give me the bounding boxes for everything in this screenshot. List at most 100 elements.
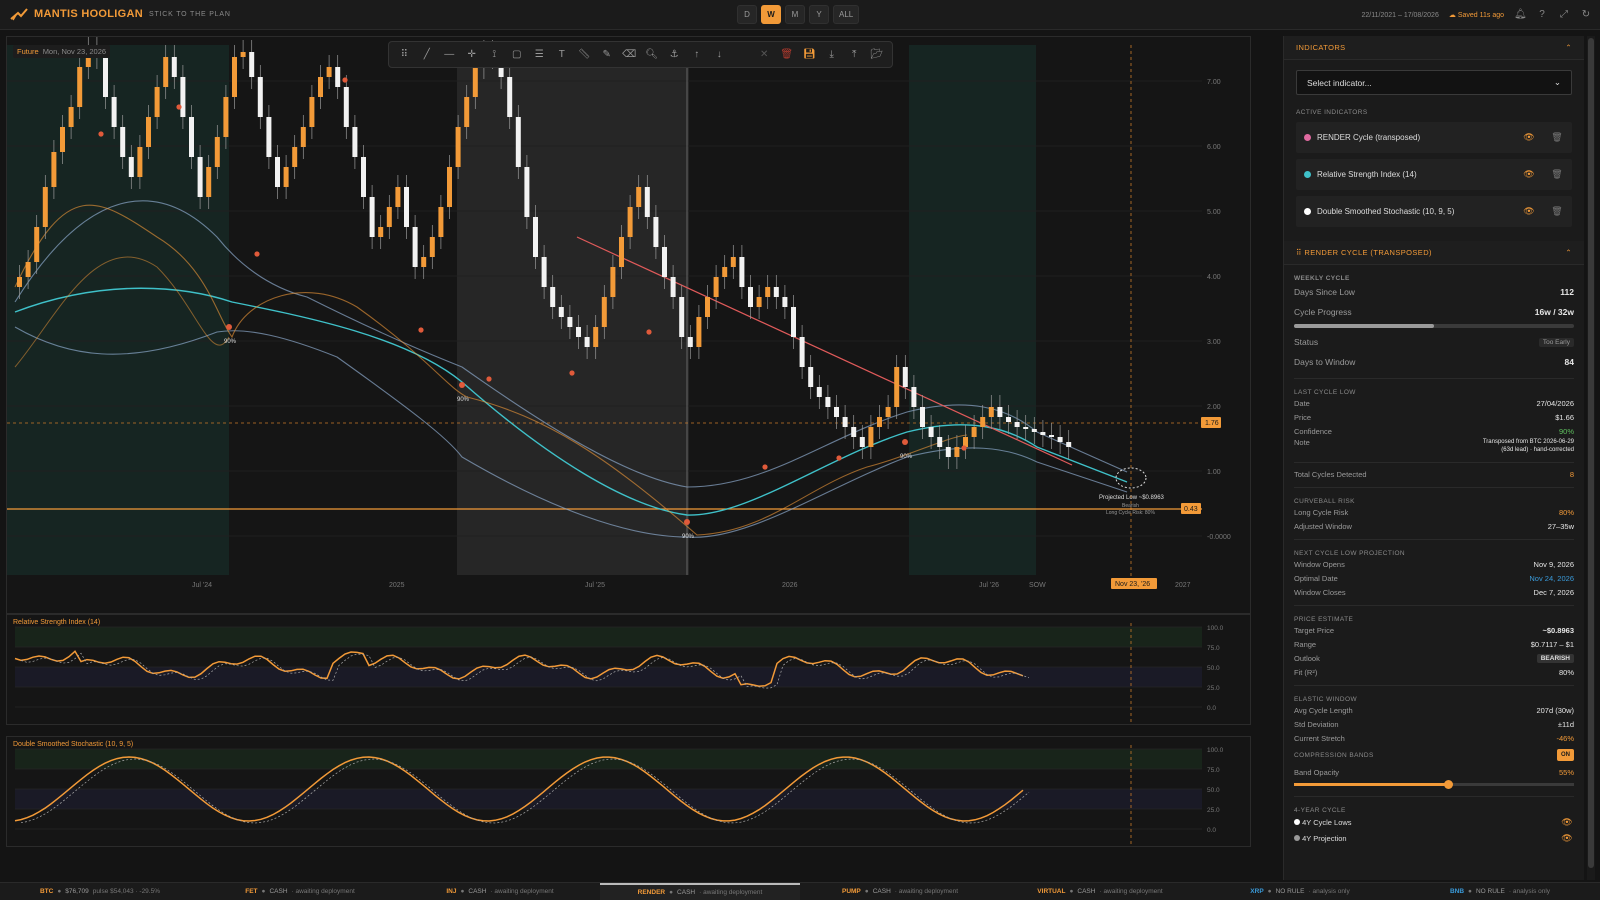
text-tool-icon[interactable]: T: [551, 44, 574, 66]
timeframe-button-w[interactable]: W: [761, 5, 781, 24]
rsi-pane[interactable]: 100.0 75.0 50.0 25.0 0.0 Relative Strength I…: [6, 614, 1251, 725]
x-tick-label: SOW: [1029, 582, 1046, 589]
save-status: ☁ Saved 11s ago: [1448, 12, 1504, 19]
asset-tab-pump[interactable]: PUMP ● CASH · awaiting deployment: [800, 883, 1000, 900]
active-indicator-item[interactable]: Double Smoothed Stochastic (10, 9, 5) 👁︎ 🗑…: [1296, 196, 1572, 227]
candle-body: [1066, 442, 1072, 447]
asset-symbol: BTC: [39, 888, 54, 895]
trash-icon[interactable]: 🗑︎: [1550, 132, 1564, 143]
eye-icon[interactable]: 👁︎: [1522, 132, 1536, 143]
avg-cycle-label: Avg Cycle Length: [1294, 705, 1353, 715]
asset-info: · awaiting deployment: [699, 889, 763, 896]
candle-body: [369, 197, 375, 237]
eye-icon[interactable]: 👁︎: [1560, 817, 1574, 828]
candle-body: [627, 207, 633, 237]
rsi-chart-svg[interactable]: 100.0 75.0 50.0 25.0 0.0: [7, 615, 1252, 726]
chevron-up-icon[interactable]: ⌃: [1565, 248, 1572, 257]
optimal-date-label: Optimal Date: [1294, 573, 1338, 583]
crosshair-tool-icon[interactable]: ✛: [461, 44, 484, 66]
arrow-down-tool-icon[interactable]: ↓: [708, 44, 731, 66]
anchor-tool-icon[interactable]: ⚓︎: [663, 44, 686, 66]
render-cycle-header[interactable]: ⠿ RENDER CYCLE (TRANSPOSED) ⌃: [1284, 241, 1584, 265]
asset-tab-bnb[interactable]: BNB ● NO RULE · analysis only: [1400, 883, 1600, 900]
download-icon[interactable]: ⤓: [821, 44, 844, 66]
cursor-date: Mon, Nov 23, 2026: [42, 47, 107, 56]
candle-body: [653, 217, 659, 247]
help-icon[interactable]: ?: [1536, 9, 1548, 21]
ruler-tool-icon[interactable]: 📏︎: [573, 44, 596, 66]
folder-icon[interactable]: 📂︎: [866, 44, 889, 66]
bell-icon[interactable]: 🔔︎: [1514, 9, 1527, 21]
stoch-chart-svg[interactable]: 100.0 75.0 50.0 25.0 0.0: [7, 737, 1252, 848]
active-indicator-item[interactable]: Relative Strength Index (14) 👁︎ 🗑︎: [1296, 159, 1572, 190]
asset-tab-btc[interactable]: BTC ● $76,709 pulse $54,043 · -29.5%: [0, 883, 200, 900]
timeframe-button-m[interactable]: M: [785, 5, 805, 24]
eye-icon[interactable]: 👁︎: [1522, 206, 1536, 217]
band-opacity-slider[interactable]: [1294, 780, 1574, 789]
swing-dot: [646, 329, 652, 335]
asset-info: · awaiting deployment: [894, 888, 958, 895]
indicator-name: Relative Strength Index (14): [1317, 170, 1417, 179]
asset-info: · awaiting deployment: [291, 888, 355, 895]
candle-body: [154, 87, 160, 117]
candle-body: [644, 187, 650, 217]
asset-tab-fet[interactable]: FET ● CASH · awaiting deployment: [200, 883, 400, 900]
app-logo[interactable]: MANTIS HOOLIGAN: [10, 7, 143, 21]
target-price-label: Target Price: [1294, 625, 1335, 635]
eraser-tool-icon[interactable]: ⌫: [618, 44, 641, 66]
compression-bands-toggle[interactable]: ON: [1557, 749, 1574, 761]
asset-tab-virtual[interactable]: VIRTUAL ● CASH · awaiting deployment: [1000, 883, 1200, 900]
horizontal-line-tool-icon[interactable]: —: [438, 44, 461, 66]
arrow-up-tool-icon[interactable]: ↑: [686, 44, 709, 66]
timeframe-button-d[interactable]: D: [737, 5, 757, 24]
fullscreen-icon[interactable]: ⤢: [1558, 9, 1570, 21]
active-indicator-item[interactable]: RENDER Cycle (transposed) 👁︎ 🗑︎: [1296, 122, 1572, 153]
delete-all-icon[interactable]: 🗑︎: [776, 44, 799, 66]
confidence-value: 90%: [1558, 426, 1574, 436]
timeframe-button-all[interactable]: ALL: [833, 5, 860, 24]
date-range[interactable]: 22/11/2021 – 17/08/2026: [1362, 12, 1439, 19]
zoom-tool-icon[interactable]: 🔍︎: [641, 44, 664, 66]
slider-knob[interactable]: [1444, 780, 1453, 789]
trendline-tool-icon[interactable]: ╱: [416, 44, 439, 66]
timeframe-button-y[interactable]: Y: [809, 5, 829, 24]
cycle-low-dot: [459, 382, 465, 388]
refresh-icon[interactable]: ↻: [1580, 9, 1592, 21]
eye-icon[interactable]: 👁︎: [1560, 833, 1574, 844]
candle-body: [515, 117, 521, 167]
asset-tab-render[interactable]: RENDER ● CASH · awaiting deployment: [600, 883, 800, 900]
trash-icon[interactable]: 🗑︎: [1550, 169, 1564, 180]
path-tool-icon[interactable]: ⟟: [483, 44, 506, 66]
rectangle-tool-icon[interactable]: ▢: [506, 44, 529, 66]
pencil-tool-icon[interactable]: ✎: [596, 44, 619, 66]
indicator-name: RENDER Cycle (transposed): [1317, 133, 1421, 142]
candle-body: [730, 257, 736, 267]
drag-handle-icon[interactable]: ⠿: [393, 44, 416, 66]
clear-icon[interactable]: ✕: [753, 44, 776, 66]
asset-tab-xrp[interactable]: XRP ● NO RULE · analysis only: [1200, 883, 1400, 900]
sidebar-scrollbar-thumb[interactable]: [1588, 38, 1594, 868]
chevron-up-icon[interactable]: ⌃: [1565, 43, 1572, 52]
upload-icon[interactable]: ⤒: [843, 44, 866, 66]
candle-body: [834, 407, 839, 417]
pane-y-tick: 75.0: [1207, 767, 1220, 774]
asset-tab-inj[interactable]: INJ ● CASH · awaiting deployment: [400, 883, 600, 900]
trash-icon[interactable]: 🗑︎: [1550, 206, 1564, 217]
stoch-pane[interactable]: 100.0 75.0 50.0 25.0 0.0 Double Smoothed Sto…: [6, 736, 1251, 847]
date-value: 27/04/2026: [1536, 398, 1574, 408]
indicators-header[interactable]: INDICATORS ⌃: [1284, 36, 1584, 60]
eye-icon[interactable]: 👁︎: [1522, 169, 1536, 180]
fib-tool-icon[interactable]: ☰: [528, 44, 551, 66]
indicator-select[interactable]: Select indicator... ⌄: [1296, 70, 1572, 95]
candle-body: [266, 117, 272, 157]
indicator-select-value: Select indicator...: [1307, 77, 1372, 88]
main-chart[interactable]: 7.00 6.00 5.00 4.00 3.00 2.00 1.00 -0.0000 Jul '…: [6, 36, 1251, 614]
app-tagline: STICK TO THE PLAN: [149, 11, 231, 18]
candle-body: [34, 227, 40, 262]
price-chart-svg[interactable]: 7.00 6.00 5.00 4.00 3.00 2.00 1.00 -0.0000 Jul '…: [7, 37, 1252, 615]
y-tick-label: -0.0000: [1207, 534, 1231, 541]
status-dot-icon: ●: [1468, 888, 1472, 895]
save-drawings-icon[interactable]: 💾︎: [798, 44, 821, 66]
candle-body: [576, 327, 581, 337]
std-dev-row: Std Deviation ±11d: [1284, 717, 1584, 731]
